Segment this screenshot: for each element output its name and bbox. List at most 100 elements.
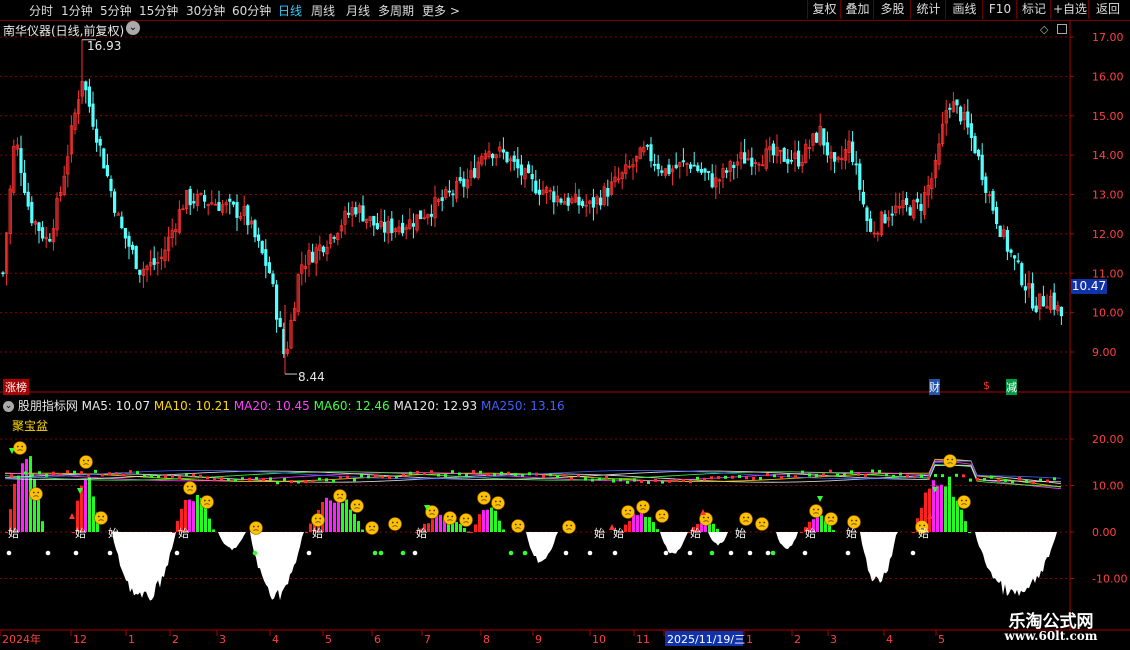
toolbar-button-2[interactable]: 多股 [873, 0, 911, 19]
ma-candle [80, 471, 83, 475]
emoji-eye-icon [850, 519, 853, 522]
tab-9[interactable]: 多周期 [378, 2, 414, 19]
indicator-bar [936, 485, 939, 532]
indicator-bar [357, 521, 360, 532]
candle-body [462, 178, 466, 187]
indicator-bar [427, 523, 430, 532]
ma-line [4, 458, 1062, 488]
tab-1[interactable]: 1分钟 [61, 2, 93, 19]
signal-dot [663, 550, 669, 556]
ma-candle [269, 477, 272, 481]
candle-body [440, 197, 444, 201]
indicator-bar [652, 522, 655, 532]
candle-body [699, 168, 704, 173]
indicator-bar [337, 501, 340, 532]
ma-candle [332, 479, 335, 483]
candle-body [48, 238, 52, 242]
expand-chevron-icon[interactable]: ⌄ [126, 21, 140, 35]
signal-dot [765, 550, 771, 556]
toolbar-button-8[interactable]: 返回 [1088, 0, 1127, 19]
toolbar-button-6[interactable]: 标记 [1016, 0, 1051, 19]
indicator-bar [964, 521, 967, 532]
tab-2[interactable]: 5分钟 [100, 2, 132, 19]
ma-candle [192, 473, 195, 477]
ma-candle [325, 478, 328, 482]
toolbar-button-7[interactable]: +自选 [1050, 0, 1089, 19]
finance-marker[interactable]: 财 [929, 379, 940, 395]
candle-body [969, 123, 974, 138]
ma-candle [381, 475, 384, 479]
ma-candle [283, 478, 286, 482]
toolbar-button-0[interactable]: 复权 [807, 0, 841, 19]
price-tick-label: 17.00 [1092, 31, 1124, 44]
candle-body [1009, 249, 1013, 253]
indicator-valley [250, 532, 308, 601]
candle-body [815, 132, 819, 143]
tab-7[interactable]: 周线 [311, 2, 335, 19]
ma-candle [710, 476, 713, 480]
candle-body [653, 163, 657, 166]
tab-3[interactable]: 15分钟 [139, 2, 178, 19]
ma-candle [850, 470, 853, 474]
indicator-bar [470, 532, 473, 533]
ma-candle [640, 479, 643, 483]
tab-4[interactable]: 30分钟 [186, 2, 225, 19]
ma-candle [115, 472, 118, 476]
indicator-bar [952, 496, 955, 532]
dividend-marker[interactable]: $ [983, 379, 990, 392]
indicator-bar [816, 516, 819, 532]
tab-10[interactable]: 更多 > [422, 2, 460, 19]
emoji-face-icon [94, 511, 108, 525]
ma-candle [801, 470, 804, 474]
indicator-bar [192, 501, 195, 532]
ma-candle [997, 479, 1000, 483]
candle-body [102, 148, 106, 169]
tab-6[interactable]: 日线 [278, 2, 302, 19]
start-label: 始 [846, 526, 857, 540]
emoji-eye-icon [480, 495, 483, 498]
candle-body [606, 188, 610, 197]
signal-dot [372, 550, 378, 556]
tab-0[interactable]: 分时 [29, 2, 53, 19]
period-toolbar: 分时 1分钟 5分钟 15分钟 30分钟 60分钟 日线 周线 月线 多周期 更多 > 复权 叠加 多股… [0, 0, 1130, 21]
emoji-eye-icon [16, 445, 19, 448]
indicator-tick-label: 10.00 [1092, 480, 1124, 493]
emoji-face-icon [477, 491, 491, 505]
toolbar-button-1[interactable]: 叠加 [840, 0, 874, 19]
ma-candle [360, 474, 363, 478]
ma-candle [654, 478, 657, 482]
ma-candle [822, 473, 825, 477]
tab-5[interactable]: 60分钟 [232, 2, 271, 19]
reduction-marker[interactable]: 减 [1006, 379, 1017, 395]
indicator-bar [353, 513, 356, 532]
ma-candle [423, 472, 426, 476]
x-axis-label: 3 [219, 633, 226, 646]
ma-candle [815, 474, 818, 478]
emoji-face-icon [200, 495, 214, 509]
candle-body [512, 155, 516, 162]
ma-candle [773, 474, 776, 478]
indicator-bar [361, 529, 364, 532]
settings-square-icon[interactable] [1057, 24, 1067, 34]
toolbar-button-3[interactable]: 统计 [910, 0, 946, 19]
toolbar-button-5[interactable]: F10 [982, 0, 1017, 19]
ma-candle [479, 470, 482, 474]
emoji-eye-icon [855, 519, 858, 522]
chart-area: 17.0016.0015.0014.0013.0012.0011.0010.00… [0, 20, 1130, 646]
candle-body [267, 262, 272, 274]
emoji-eye-icon [519, 523, 522, 526]
start-label: 始 [108, 526, 119, 540]
emoji-eye-icon [832, 516, 835, 519]
toolbar-button-4[interactable]: 画线 [945, 0, 983, 19]
tab-8[interactable]: 月线 [346, 2, 370, 19]
current-price-tag: 10.47 [1071, 279, 1107, 294]
candle-body [91, 103, 95, 127]
diamond-icon[interactable]: ◇ [1040, 23, 1048, 36]
candle-body [530, 174, 534, 180]
ma-candle [66, 470, 69, 474]
indicator-bar [912, 532, 915, 533]
candle-body [710, 173, 714, 188]
emoji-eye-icon [32, 491, 35, 494]
limit-up-badge[interactable]: 涨榜 [3, 379, 29, 395]
indicator-chevron-icon[interactable]: ⌄ [3, 401, 14, 412]
